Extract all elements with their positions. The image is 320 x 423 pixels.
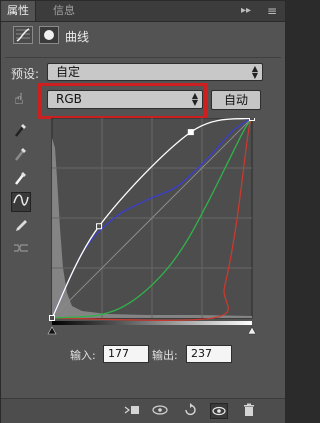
panel-title: 曲线 [65, 30, 90, 44]
visibility-icon[interactable] [210, 403, 228, 419]
input-label: 输入: [70, 349, 96, 362]
eyedropper-gray-icon[interactable] [11, 146, 31, 166]
curves-graph[interactable] [47, 118, 257, 338]
updown-arrows-icon: ▲ ▼ [251, 64, 258, 80]
channel-select[interactable]: RGB ▲ ▼ [47, 90, 203, 109]
curve-control-point[interactable] [49, 315, 55, 321]
channel-value: RGB [56, 92, 82, 106]
preset-select[interactable]: 自定 ▲ ▼ [47, 63, 263, 81]
black-point-slider[interactable] [47, 326, 57, 335]
preset-label: 预设: [11, 67, 40, 81]
panel-footer [1, 398, 285, 423]
curve-edit-icon[interactable] [11, 192, 31, 212]
panel-menu-icon[interactable]: ≡ [267, 3, 277, 19]
auto-button[interactable]: 自动 [211, 90, 261, 110]
preset-value: 自定 [56, 65, 81, 79]
white-point-slider[interactable] [247, 326, 257, 335]
hand-adjust-icon[interactable]: ☝ [9, 89, 29, 109]
curve-control-point[interactable] [96, 223, 103, 230]
output-field[interactable]: 237 [186, 345, 232, 363]
updown-arrows-icon: ▲ ▼ [191, 91, 198, 107]
eyedropper-black-icon[interactable] [11, 122, 31, 142]
tab-properties[interactable]: 属性 [1, 1, 36, 21]
layer-mask-icon[interactable] [39, 26, 59, 44]
tab-bar: 属性 信息 ▸▸ ≡ [1, 1, 285, 22]
panel-header: 曲线 [1, 21, 285, 51]
clip-to-layer-icon[interactable] [123, 403, 141, 419]
input-field[interactable]: 177 [103, 345, 149, 363]
smooth-icon[interactable] [11, 241, 31, 261]
curve-control-point[interactable] [249, 118, 255, 121]
collapse-panel-icon[interactable]: ▸▸ [241, 3, 251, 19]
curve-control-point[interactable] [187, 129, 194, 136]
view-previous-icon[interactable] [151, 403, 169, 419]
trash-icon[interactable] [240, 403, 258, 419]
output-label: 输出: [152, 349, 178, 362]
curves-adjustment-icon[interactable] [13, 26, 33, 44]
tab-info[interactable]: 信息 [47, 1, 81, 21]
divider [5, 57, 281, 58]
reset-icon[interactable] [181, 403, 199, 419]
pencil-icon[interactable] [11, 217, 31, 237]
properties-panel: 属性 信息 ▸▸ ≡ 曲线 预设: 自定 ▲ ▼ ☝ RGB ▲ ▼ 自动 输入… [0, 0, 286, 423]
input-gradient-bar [52, 321, 252, 325]
eyedropper-white-icon[interactable] [11, 170, 31, 190]
